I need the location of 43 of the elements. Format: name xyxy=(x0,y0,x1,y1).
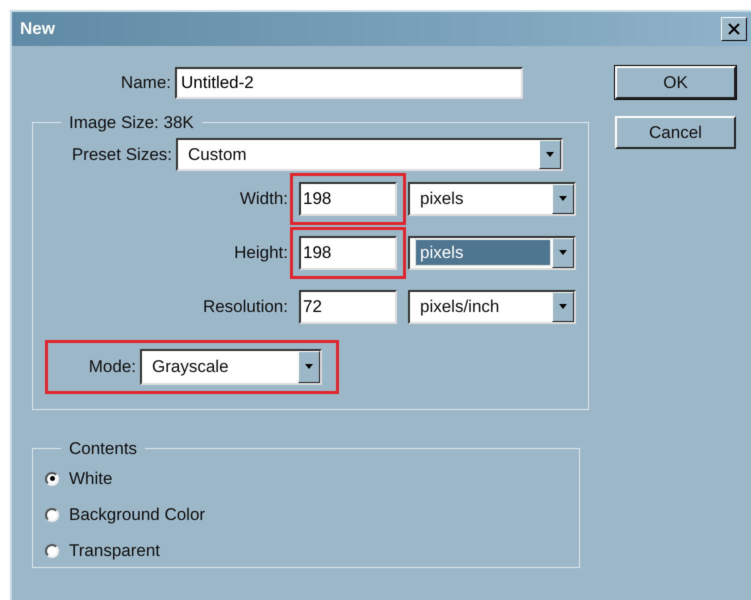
caret-icon xyxy=(305,364,313,369)
dialog-button[interactable]: Cancel xyxy=(615,116,736,149)
field-label: Resolution: xyxy=(202,296,289,318)
mode-dropdown[interactable]: Grayscale xyxy=(140,348,322,384)
caret-icon xyxy=(559,304,567,309)
preset-dropdown[interactable]: Custom xyxy=(176,138,563,171)
dropdown-arrow-button[interactable] xyxy=(552,184,574,214)
field-label: Height: xyxy=(233,242,289,264)
unit-dropdown[interactable]: pixels xyxy=(408,182,576,216)
name-field[interactable]: Untitled-2 xyxy=(175,67,523,99)
field-label: Mode: xyxy=(88,356,137,378)
field-label: Name: xyxy=(120,72,172,94)
group-legend: Image Size: 38K xyxy=(61,110,202,136)
dropdown-arrow-button[interactable] xyxy=(552,292,574,322)
dropdown-value: Grayscale xyxy=(151,356,230,378)
dropdown-value: pixels/inch xyxy=(419,296,500,318)
dropdown-arrow-button[interactable] xyxy=(298,350,320,382)
caret-icon xyxy=(559,196,567,201)
number-field[interactable]: 198 xyxy=(299,182,397,216)
number-field[interactable]: 72 xyxy=(299,290,397,324)
close-icon xyxy=(728,23,740,35)
dropdown-value: pixels xyxy=(419,188,464,210)
unit-dropdown[interactable]: pixels xyxy=(408,236,576,270)
close-button[interactable] xyxy=(721,17,747,41)
group-legend: Contents xyxy=(61,436,146,462)
caret-icon xyxy=(546,152,554,157)
radio-option[interactable]: Background Color xyxy=(45,502,567,528)
unit-dropdown[interactable]: pixels/inch xyxy=(408,290,576,324)
dropdown-value: pixels xyxy=(416,240,550,266)
field-label: Width: xyxy=(238,188,289,210)
dropdown-arrow-button[interactable] xyxy=(552,238,574,268)
dialog-button[interactable]: OK xyxy=(615,66,736,99)
dropdown-value: Custom xyxy=(187,144,248,166)
radio-button[interactable] xyxy=(45,472,59,486)
radio-option[interactable]: Transparent xyxy=(45,538,567,564)
field-label: Preset Sizes: xyxy=(70,144,173,166)
radio-button[interactable] xyxy=(45,544,59,558)
radio-option[interactable]: White xyxy=(45,466,567,492)
radio-button[interactable] xyxy=(45,508,59,522)
dropdown-arrow-button[interactable] xyxy=(539,140,561,169)
number-field[interactable]: 198 xyxy=(299,236,397,270)
window-title: New xyxy=(20,18,55,40)
caret-icon xyxy=(559,250,567,255)
